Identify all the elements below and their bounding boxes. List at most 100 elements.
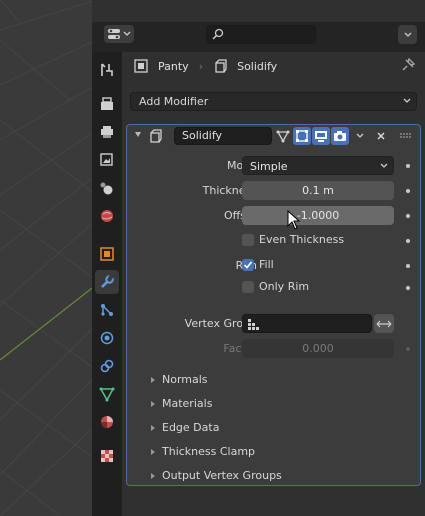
search-input[interactable]: [227, 27, 313, 42]
constraints-icon: [100, 359, 114, 373]
subpanel-label: Thickness Clamp: [162, 445, 256, 458]
vertex-group-field[interactable]: [242, 314, 372, 333]
subpanel-label: Output Vertex Groups: [162, 469, 282, 482]
monitor-icon: [315, 131, 327, 142]
tab-view-layer[interactable]: [95, 148, 119, 172]
pin-button[interactable]: [401, 57, 416, 75]
tab-modifiers[interactable]: [95, 270, 119, 294]
only-rim-checkbox[interactable]: [242, 281, 254, 293]
tab-physics[interactable]: [95, 326, 119, 350]
rim-fill-row: Rim Fill: [127, 256, 420, 276]
invert-vertex-group-button[interactable]: [374, 314, 394, 333]
keyframe-dot[interactable]: [406, 264, 410, 268]
3d-viewport[interactable]: [0, 0, 96, 516]
modifier-menu-dropdown[interactable]: [351, 127, 369, 145]
subpanel-materials[interactable]: Materials: [127, 394, 420, 414]
tab-data[interactable]: [95, 382, 119, 406]
add-modifier-label: Add Modifier: [139, 95, 209, 108]
arrow-left-right-icon: [376, 320, 392, 327]
keyframe-dot[interactable]: [406, 347, 410, 351]
vertex-triangle-icon: [276, 130, 290, 143]
collapse-arrow-icon[interactable]: [133, 130, 143, 140]
remove-modifier-button[interactable]: [372, 127, 390, 145]
object-icon: [100, 247, 114, 261]
drag-handle[interactable]: [397, 127, 415, 145]
subpanel-output-vertex-groups[interactable]: Output Vertex Groups: [127, 466, 420, 486]
modifier-wrench-icon: [101, 274, 114, 288]
particles-icon: [101, 304, 113, 316]
add-modifier-dropdown[interactable]: Add Modifier: [130, 92, 417, 111]
tab-output[interactable]: [95, 120, 119, 144]
even-thickness-checkbox[interactable]: [242, 234, 254, 246]
breadcrumb-separator: ›: [198, 59, 204, 73]
mode-dropdown[interactable]: Simple: [242, 156, 394, 175]
mouse-cursor-icon: [287, 210, 301, 230]
search-field[interactable]: [206, 25, 316, 44]
modifier-name-field[interactable]: Solidify: [174, 127, 272, 145]
scene-icon: [100, 182, 113, 195]
edit-mode-toggle[interactable]: [293, 127, 311, 145]
camera-icon: [334, 131, 346, 141]
breadcrumb-object: Panty: [158, 59, 189, 73]
modifier-solidify-icon: [215, 59, 227, 73]
object-icon: [134, 59, 148, 73]
keyframe-dot[interactable]: [406, 286, 410, 290]
vertex-group-icon: [248, 319, 259, 330]
tab-texture[interactable]: [95, 444, 119, 468]
only-rim-label[interactable]: Only Rim: [259, 280, 309, 293]
checkmark-icon: [243, 261, 253, 269]
options-dropdown[interactable]: [398, 25, 417, 44]
texture-icon: [101, 450, 113, 462]
only-rim-row: Only Rim: [127, 278, 420, 298]
tab-tool[interactable]: [95, 58, 119, 82]
modifier-header[interactable]: Solidify: [127, 125, 420, 147]
offset-field[interactable]: -1.0000: [242, 206, 394, 225]
even-thickness-row: Even Thickness: [127, 231, 420, 251]
tab-scene[interactable]: [95, 176, 119, 200]
viewport-display-toggle[interactable]: [312, 127, 330, 145]
chevron-down-icon: [404, 32, 411, 37]
physics-icon: [100, 331, 114, 345]
material-icon: [101, 416, 113, 428]
tab-world[interactable]: [95, 204, 119, 228]
search-icon: [212, 28, 224, 40]
tab-constraints[interactable]: [95, 354, 119, 378]
subpanel-normals[interactable]: Normals: [127, 370, 420, 390]
view-layer-icon: [100, 153, 113, 166]
keyframe-dot[interactable]: [406, 214, 410, 218]
thickness-row: Thickness 0.1 m: [127, 181, 420, 201]
editor-type-dropdown[interactable]: [104, 25, 134, 43]
fill-label[interactable]: Fill: [259, 258, 274, 271]
breadcrumb-modifier: Solidify: [237, 59, 278, 73]
properties-editor-icon: [108, 29, 120, 39]
factor-field[interactable]: 0.000: [242, 339, 394, 358]
area-header: [92, 0, 425, 22]
render-toggle[interactable]: [331, 127, 349, 145]
drag-grip-icon: [400, 133, 411, 138]
properties-editor: Panty › Solidify Add Modifier Solidify S…: [92, 0, 425, 516]
subpanel-edge-data[interactable]: Edge Data: [127, 418, 420, 438]
tool-icon: [101, 63, 113, 76]
subpanel-label: Edge Data: [162, 421, 220, 434]
mode-row: Mode Simple: [127, 156, 420, 176]
even-thickness-label[interactable]: Even Thickness: [259, 233, 344, 246]
thickness-field[interactable]: 0.1 m: [242, 181, 394, 200]
fill-checkbox[interactable]: [242, 259, 254, 271]
expand-arrow-icon: [151, 473, 155, 479]
keyframe-dot[interactable]: [406, 239, 410, 243]
keyframe-dot[interactable]: [406, 189, 410, 193]
chevron-down-icon: [380, 163, 388, 168]
tab-material[interactable]: [95, 410, 119, 434]
tab-particles[interactable]: [95, 298, 119, 322]
tab-render[interactable]: [95, 92, 119, 116]
expand-arrow-icon: [151, 425, 155, 431]
pin-icon: [402, 57, 416, 71]
on-cage-toggle[interactable]: [274, 127, 292, 145]
subpanel-thickness-clamp[interactable]: Thickness Clamp: [127, 442, 420, 462]
close-icon: [377, 132, 385, 140]
keyframe-dot[interactable]: [406, 164, 410, 168]
expand-arrow-icon: [151, 377, 155, 383]
world-icon: [101, 210, 113, 222]
properties-tabs: [92, 52, 122, 516]
tab-object[interactable]: [95, 242, 119, 266]
